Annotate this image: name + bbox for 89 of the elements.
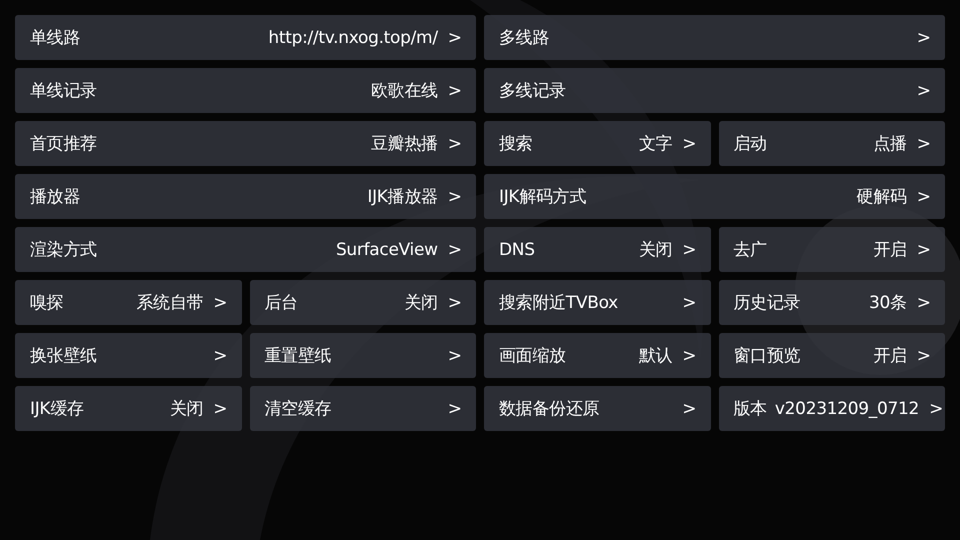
- setting-card[interactable]: 窗口预览 开启 >: [718, 333, 945, 378]
- chevron-text: >: [682, 292, 696, 312]
- setting-label: 渲染方式: [30, 239, 98, 261]
- chevron-text: >: [916, 80, 931, 100]
- setting-label: 数据备份还原: [499, 398, 600, 420]
- chevron-text: >: [682, 134, 696, 154]
- chevron-text: >: [448, 240, 462, 260]
- chevron-text: >: [916, 240, 931, 260]
- setting-value: 30条: [869, 292, 907, 314]
- setting-label: 启动: [734, 133, 768, 155]
- setting-value: 关闭: [170, 398, 204, 420]
- setting-card[interactable]: DNS 关闭 >: [484, 227, 710, 272]
- setting-value: 豆瓣热播: [370, 133, 438, 155]
- setting-label: 搜索: [499, 133, 534, 155]
- setting-card[interactable]: 历史记录 30条 >: [718, 280, 945, 325]
- setting-label: 清空缓存: [264, 398, 332, 420]
- setting-value: 点播: [873, 133, 907, 155]
- setting-card[interactable]: 画面缩放 默认 >: [484, 333, 710, 378]
- setting-card[interactable]: 重置壁纸 >: [250, 333, 476, 378]
- setting-value: http://tv.nxog.top/m/: [268, 28, 438, 48]
- setting-card[interactable]: 单线记录 欧歌在线 >: [15, 68, 476, 113]
- setting-label: 后台: [264, 292, 299, 314]
- setting-label: 单线路: [30, 27, 82, 49]
- setting-value: v20231209_0712: [774, 398, 920, 418]
- setting-card[interactable]: 首页推荐 豆瓣热播 >: [15, 121, 476, 166]
- chevron-text: >: [916, 134, 931, 154]
- chevron-text: >: [682, 398, 696, 418]
- setting-value: 开启: [873, 345, 907, 367]
- setting-label: 嗅探: [30, 292, 64, 314]
- setting-value: 欧歌在线: [370, 80, 438, 102]
- chevron-text: >: [448, 28, 462, 48]
- setting-value: 文字: [638, 133, 672, 155]
- chevron-text: >: [448, 292, 462, 312]
- chevron-text: >: [682, 240, 696, 260]
- setting-label: 重置壁纸: [264, 345, 332, 367]
- setting-label: IJK解码方式: [499, 186, 588, 208]
- setting-card[interactable]: 单线路 http://tv.nxog.top/m/ >: [15, 15, 476, 60]
- setting-value: 硬解码: [856, 186, 907, 208]
- setting-value: 默认: [638, 345, 672, 367]
- setting-label: 画面缩放: [499, 345, 567, 367]
- setting-card[interactable]: 数据备份还原 >: [484, 386, 710, 431]
- setting-label: 去广: [734, 239, 768, 261]
- setting-value: 关闭: [404, 292, 438, 314]
- setting-value: 系统自带: [136, 292, 204, 314]
- setting-card[interactable]: IJK解码方式 硬解码 >: [484, 174, 945, 219]
- setting-label: DNS: [499, 240, 536, 260]
- setting-label: 首页推荐: [30, 133, 98, 155]
- setting-value: IJK播放器: [367, 186, 438, 208]
- chevron-text: >: [916, 186, 931, 206]
- setting-label: 播放器: [30, 186, 82, 208]
- setting-card[interactable]: 播放器 IJK播放器 >: [15, 174, 476, 219]
- chevron-text: >: [448, 186, 462, 206]
- setting-card[interactable]: 版本 v20231209_0712 >: [718, 386, 945, 431]
- setting-value: 关闭: [638, 239, 672, 261]
- setting-card[interactable]: 去广 开启 >: [718, 227, 945, 272]
- setting-card[interactable]: 后台 关闭 >: [250, 280, 476, 325]
- setting-card[interactable]: 搜索 文字 >: [484, 121, 710, 166]
- chevron-text: >: [448, 134, 462, 154]
- chevron-text: >: [929, 398, 944, 418]
- setting-label: 单线记录: [30, 80, 98, 102]
- setting-label: 搜索附近TVBox: [499, 292, 619, 314]
- chevron-text: >: [916, 28, 931, 48]
- chevron-text: >: [916, 346, 931, 366]
- chevron-text: >: [916, 292, 931, 312]
- setting-label: 多线路: [499, 27, 550, 49]
- setting-card[interactable]: 多线路 >: [484, 15, 945, 60]
- setting-label: IJK缓存: [30, 398, 85, 420]
- setting-card[interactable]: 多线记录 >: [484, 68, 945, 113]
- setting-card[interactable]: 换张壁纸 >: [15, 333, 242, 378]
- setting-label: 版本: [734, 398, 767, 420]
- chevron-text: >: [448, 398, 462, 418]
- setting-value: 开启: [873, 239, 907, 261]
- chevron-text: >: [448, 80, 462, 100]
- chevron-text: >: [448, 346, 462, 366]
- chevron-text: >: [213, 398, 228, 418]
- setting-card[interactable]: 渲染方式 SurfaceView >: [15, 227, 476, 272]
- setting-label: 换张壁纸: [30, 345, 98, 367]
- setting-card[interactable]: 启动 点播 >: [718, 121, 945, 166]
- setting-card[interactable]: 搜索附近TVBox >: [484, 280, 710, 325]
- setting-card[interactable]: 清空缓存 >: [250, 386, 476, 431]
- setting-value: SurfaceView: [336, 240, 438, 260]
- chevron-text: >: [213, 292, 228, 312]
- setting-label: 多线记录: [499, 80, 567, 102]
- setting-card[interactable]: 嗅探 系统自带 >: [15, 280, 242, 325]
- chevron-text: >: [682, 346, 696, 366]
- chevron-text: >: [213, 346, 228, 366]
- setting-label: 历史记录: [734, 292, 802, 314]
- setting-card[interactable]: IJK缓存 关闭 >: [15, 386, 242, 431]
- setting-label: 窗口预览: [734, 345, 802, 367]
